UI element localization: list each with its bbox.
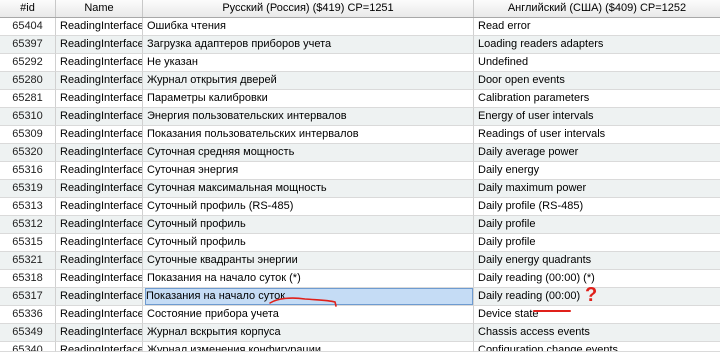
column-header-russian[interactable]: Русский (Россия) ($419) CP=1251 <box>143 0 474 17</box>
cell-id[interactable]: 65310 <box>0 108 56 126</box>
cell-russian[interactable]: Суточный профиль <box>143 216 474 234</box>
column-header-english[interactable]: Английский (США) ($409) CP=1252 <box>474 0 720 17</box>
cell-russian[interactable]: Суточный профиль <box>143 234 474 252</box>
cell-name[interactable]: ReadingInterface_I <box>56 18 143 36</box>
cell-english[interactable]: Daily profile (RS-485) <box>474 198 720 216</box>
cell-russian[interactable]: Показания пользовательских интервалов <box>143 126 474 144</box>
table-row[interactable]: 65309 ReadingInterface_ Показания пользо… <box>0 126 720 144</box>
cell-id[interactable]: 65312 <box>0 216 56 234</box>
table-row[interactable]: 65321 ReadingInterface_ Суточные квадран… <box>0 252 720 270</box>
table-row[interactable]: 65310 ReadingInterface_ Энергия пользова… <box>0 108 720 126</box>
cell-id[interactable]: 65349 <box>0 324 56 342</box>
cell-id[interactable]: 65316 <box>0 162 56 180</box>
cell-name[interactable]: ReadingInterface_I <box>56 36 143 54</box>
cell-russian[interactable]: Суточная максимальная мощность <box>143 180 474 198</box>
cell-id[interactable]: 65336 <box>0 306 56 324</box>
cell-id[interactable]: 65321 <box>0 252 56 270</box>
table-row[interactable]: 65349 ReadingInterface_ Журнал вскрытия … <box>0 324 720 342</box>
cell-id[interactable]: 65313 <box>0 198 56 216</box>
cell-english[interactable]: Daily reading (00:00) (*) <box>474 270 720 288</box>
cell-id[interactable]: 65397 <box>0 36 56 54</box>
table-row[interactable]: 65315 ReadingInterface_ Суточный профиль… <box>0 234 720 252</box>
cell-english[interactable]: Loading readers adapters <box>474 36 720 54</box>
table-row-selected[interactable]: 65317 ReadingInterface_ Показания на нач… <box>0 288 720 306</box>
column-header-id[interactable]: #id <box>0 0 56 17</box>
cell-english[interactable]: Daily energy quadrants <box>474 252 720 270</box>
cell-name[interactable]: ReadingInterface_ <box>56 270 143 288</box>
cell-id[interactable]: 65317 <box>0 288 56 306</box>
cell-russian[interactable]: Показания на начало суток (*) <box>143 270 474 288</box>
cell-name[interactable]: ReadingInterface_ <box>56 108 143 126</box>
cell-english[interactable]: Undefined <box>474 54 720 72</box>
cell-russian[interactable]: Суточный профиль (RS-485) <box>143 198 474 216</box>
cell-english[interactable]: Device state <box>474 306 720 324</box>
cell-russian[interactable]: Суточные квадранты энергии <box>143 252 474 270</box>
column-header-name[interactable]: Name <box>56 0 143 17</box>
cell-name[interactable]: ReadingInterface_ <box>56 324 143 342</box>
cell-english[interactable]: Daily energy <box>474 162 720 180</box>
cell-name[interactable]: ReadingInterface_ <box>56 198 143 216</box>
cell-name[interactable]: ReadingInterface_ <box>56 180 143 198</box>
cell-russian[interactable]: Не указан <box>143 54 474 72</box>
cell-id[interactable]: 65404 <box>0 18 56 36</box>
cell-edit-field[interactable]: Показания на начало суток <box>145 288 473 305</box>
cell-id[interactable]: 65280 <box>0 72 56 90</box>
table-row[interactable]: 65319 ReadingInterface_ Суточная максима… <box>0 180 720 198</box>
table-row[interactable]: 65316 ReadingInterface_ Суточная энергия… <box>0 162 720 180</box>
cell-name[interactable]: ReadingInterface_ <box>56 234 143 252</box>
cell-english[interactable]: Calibration parameters <box>474 90 720 108</box>
translation-grid: #id Name Русский (Россия) ($419) CP=1251… <box>0 0 720 352</box>
cell-name[interactable]: ReadingInterface_ <box>56 306 143 324</box>
cell-name[interactable]: ReadingInterface_ <box>56 126 143 144</box>
cell-russian[interactable]: Состояние прибора учета <box>143 306 474 324</box>
cell-english[interactable]: Energy of user intervals <box>474 108 720 126</box>
cell-id[interactable]: 65320 <box>0 144 56 162</box>
cell-english[interactable]: Readings of user intervals <box>474 126 720 144</box>
cell-name[interactable]: ReadingInterface_ <box>56 144 143 162</box>
table-row[interactable]: 65312 ReadingInterface_ Суточный профиль… <box>0 216 720 234</box>
grid-header: #id Name Русский (Россия) ($419) CP=1251… <box>0 0 720 18</box>
cell-english[interactable]: Read error <box>474 18 720 36</box>
cell-russian[interactable]: Ошибка чтения <box>143 18 474 36</box>
cell-english[interactable]: Daily maximum power <box>474 180 720 198</box>
cell-russian[interactable]: Суточная средняя мощность <box>143 144 474 162</box>
cell-name[interactable]: ReadingInterface_! <box>56 54 143 72</box>
cell-english[interactable]: Daily average power <box>474 144 720 162</box>
cell-id[interactable]: 65315 <box>0 234 56 252</box>
cell-id[interactable]: 65292 <box>0 54 56 72</box>
table-row[interactable]: 65320 ReadingInterface_ Суточная средняя… <box>0 144 720 162</box>
cell-name[interactable]: ReadingInterface_ <box>56 90 143 108</box>
cell-english[interactable]: Door open events <box>474 72 720 90</box>
cell-name[interactable]: ReadingInterface_ <box>56 162 143 180</box>
cell-russian[interactable]: Суточная энергия <box>143 162 474 180</box>
cell-russian[interactable]: Энергия пользовательских интервалов <box>143 108 474 126</box>
cell-name[interactable]: ReadingInterface_ <box>56 216 143 234</box>
cell-id[interactable]: 65319 <box>0 180 56 198</box>
table-row[interactable]: 65318 ReadingInterface_ Показания на нач… <box>0 270 720 288</box>
cell-english[interactable]: Chassis access events <box>474 324 720 342</box>
table-row[interactable]: 65404 ReadingInterface_I Ошибка чтения R… <box>0 18 720 36</box>
cell-english[interactable]: Daily profile <box>474 234 720 252</box>
cell-name[interactable]: ReadingInterface_ <box>56 288 143 306</box>
table-row[interactable]: 65292 ReadingInterface_! Не указан Undef… <box>0 54 720 72</box>
cell-name[interactable]: ReadingInterface_ <box>56 72 143 90</box>
table-row[interactable]: 65281 ReadingInterface_ Параметры калибр… <box>0 90 720 108</box>
cell-russian[interactable]: Журнал открытия дверей <box>143 72 474 90</box>
table-row[interactable]: 65280 ReadingInterface_ Журнал открытия … <box>0 72 720 90</box>
cell-russian[interactable]: Параметры калибровки <box>143 90 474 108</box>
cell-russian[interactable]: Загрузка адаптеров приборов учета <box>143 36 474 54</box>
cell-russian[interactable]: Журнал вскрытия корпуса <box>143 324 474 342</box>
cell-id[interactable]: 65281 <box>0 90 56 108</box>
cell-id[interactable]: 65318 <box>0 270 56 288</box>
table-row[interactable]: 65313 ReadingInterface_ Суточный профиль… <box>0 198 720 216</box>
cell-name[interactable]: ReadingInterface_ <box>56 252 143 270</box>
cell-id[interactable]: 65309 <box>0 126 56 144</box>
cell-russian-editing[interactable]: Показания на начало суток <box>143 288 474 306</box>
table-row[interactable]: 65397 ReadingInterface_I Загрузка адапте… <box>0 36 720 54</box>
cell-english[interactable]: Daily profile <box>474 216 720 234</box>
table-row[interactable]: 65336 ReadingInterface_ Состояние прибор… <box>0 306 720 324</box>
cell-english[interactable]: Daily reading (00:00) <box>474 288 720 306</box>
